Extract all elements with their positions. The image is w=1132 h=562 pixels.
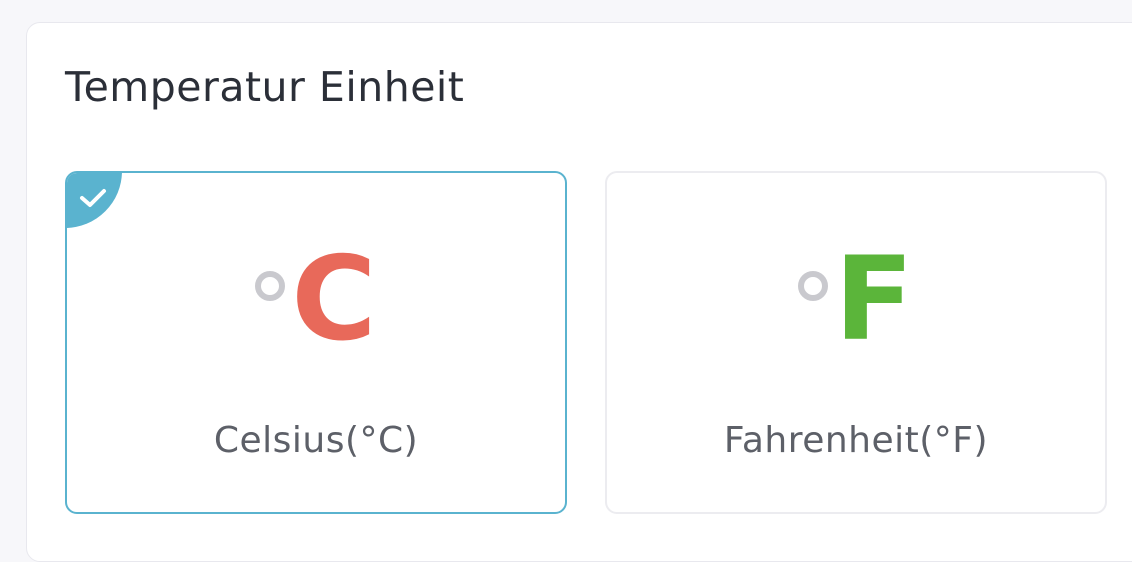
fahrenheit-letter: F	[834, 232, 914, 367]
fahrenheit-symbol: F	[607, 235, 1105, 365]
celsius-option-card[interactable]: C Celsius(°C)	[65, 171, 567, 514]
fahrenheit-label: Fahrenheit(°F)	[723, 420, 989, 461]
celsius-symbol: C	[67, 235, 565, 365]
check-icon	[80, 189, 106, 207]
temperature-unit-panel: Temperatur Einheit C Celsius(°C) F Fahre…	[26, 22, 1132, 562]
fahrenheit-option-card[interactable]: F Fahrenheit(°F)	[605, 171, 1107, 514]
celsius-letter: C	[291, 232, 377, 367]
celsius-label: Celsius(°C)	[213, 420, 419, 461]
section-title: Temperatur Einheit	[65, 63, 465, 111]
selected-badge	[67, 173, 122, 228]
degree-icon	[255, 271, 286, 301]
degree-icon	[798, 271, 829, 301]
